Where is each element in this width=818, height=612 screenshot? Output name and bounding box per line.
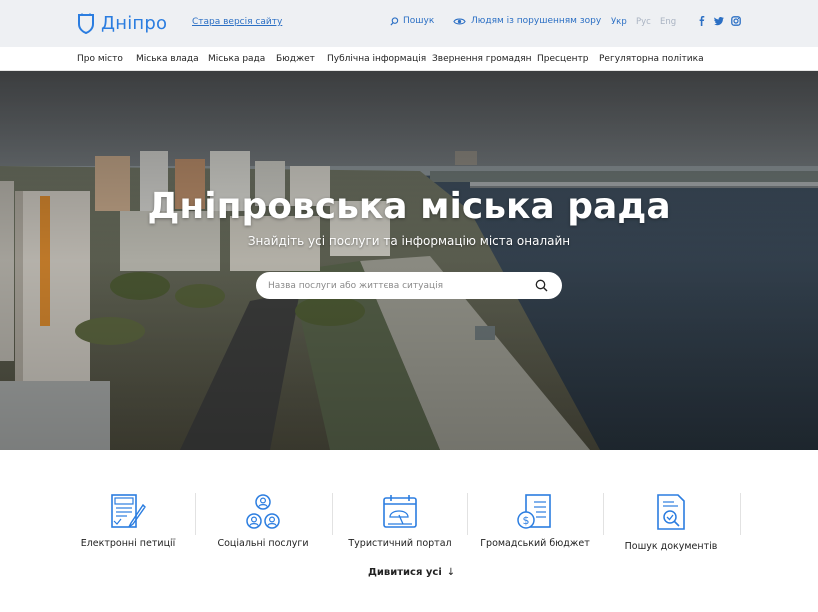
svg-text:$: $: [523, 514, 530, 527]
service-documents[interactable]: Пошук документів: [603, 493, 739, 563]
nav-item-city-council[interactable]: Міська рада: [208, 54, 265, 64]
logo[interactable]: Дніпро: [77, 12, 167, 34]
search-icon[interactable]: [535, 279, 548, 292]
lang-rus[interactable]: Рус: [636, 17, 651, 27]
eye-icon: [453, 18, 466, 24]
document-search-icon: [657, 494, 685, 530]
twitter-icon[interactable]: [714, 16, 724, 26]
hero-title: Дніпровська міська рада: [147, 186, 671, 227]
petition-icon: [111, 494, 146, 528]
search-link-label: Пошук: [403, 16, 435, 26]
arrow-down-icon: ↓: [446, 567, 456, 578]
divider: [740, 493, 741, 535]
vision-link-label: Людям із порушенням зору: [471, 16, 602, 26]
top-bar: Дніпро Стара версія сайту Пошук Людям із…: [0, 0, 818, 47]
nav-item-citizen-appeals[interactable]: Звернення громадян: [432, 54, 532, 64]
nav-item-budget[interactable]: Бюджет: [276, 54, 315, 64]
old-site-link[interactable]: Стара версія сайту: [192, 17, 282, 27]
people-icon: [246, 494, 280, 529]
service-label: Електронні петиції: [80, 538, 176, 549]
city-photo: [0, 71, 818, 450]
header-search-link[interactable]: Пошук: [390, 16, 434, 26]
tourist-icon: [383, 495, 417, 528]
see-all-button[interactable]: Дивитися усі ↓: [368, 567, 455, 578]
main-nav: Про місто Міська влада Міська рада Бюдже…: [0, 47, 818, 71]
vision-impaired-link[interactable]: Людям із порушенням зору: [453, 16, 601, 26]
budget-icon: $: [517, 494, 551, 529]
nav-item-press-center[interactable]: Пресцентр: [537, 54, 588, 64]
nav-item-regulatory-policy[interactable]: Регуляторна політика: [599, 54, 704, 64]
service-label: Пошук документів: [624, 541, 718, 552]
lang-eng[interactable]: Eng: [660, 17, 676, 27]
service-petitions[interactable]: Електронні петиції: [60, 493, 196, 563]
see-all-label: Дивитися усі: [368, 567, 442, 578]
hero-search-box: [256, 272, 562, 299]
service-label: Громадський бюджет: [480, 538, 590, 549]
lang-ukr[interactable]: Укр: [611, 17, 627, 27]
nav-item-about-city[interactable]: Про місто: [77, 54, 123, 64]
hero-search-input[interactable]: [268, 278, 523, 293]
service-label: Соціальні послуги: [217, 538, 309, 549]
service-social[interactable]: Соціальні послуги: [195, 493, 331, 563]
nav-item-city-authority[interactable]: Міська влада: [136, 54, 199, 64]
hero-section: Дніпровська міська рада Знайдіть усі пос…: [0, 71, 818, 450]
service-tourist[interactable]: Туристичний портал: [332, 493, 468, 563]
service-label: Туристичний портал: [348, 538, 452, 549]
facebook-icon[interactable]: [697, 16, 707, 26]
search-icon: [390, 16, 399, 25]
nav-item-public-info[interactable]: Публічна інформація: [327, 54, 426, 64]
logo-text: Дніпро: [101, 12, 168, 34]
instagram-icon[interactable]: [731, 16, 741, 26]
shield-logo-icon: [78, 13, 94, 34]
hero-subtitle: Знайдіть усі послуги та інформацію міста…: [247, 234, 571, 248]
service-budget[interactable]: $ Громадський бюджет: [467, 493, 603, 563]
